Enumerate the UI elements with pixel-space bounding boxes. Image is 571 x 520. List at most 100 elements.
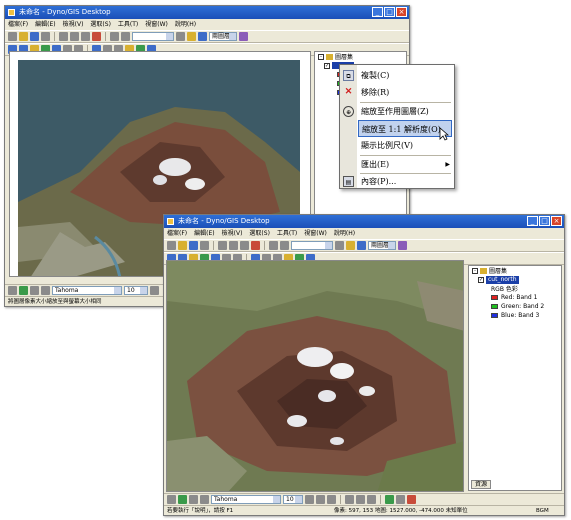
title-bar[interactable]: 未命名 - Dyno/GIS Desktop _ □ × — [164, 215, 564, 228]
line-tool-icon[interactable] — [200, 495, 209, 504]
maximize-button[interactable]: □ — [539, 216, 550, 226]
bold-icon[interactable] — [305, 495, 314, 504]
delete-icon[interactable] — [92, 32, 101, 41]
undo-icon[interactable] — [110, 32, 119, 41]
menu-select[interactable]: 選取(S) — [90, 19, 111, 30]
text-tool-icon[interactable] — [189, 495, 198, 504]
menu-select[interactable]: 選取(S) — [249, 228, 270, 239]
menu-item-zoom-one-to-one[interactable]: 縮放至 1:1 解析度(O) — [358, 120, 452, 137]
layer-combo[interactable]: 兩圖層 — [209, 32, 237, 41]
whats-this-icon[interactable] — [357, 241, 366, 250]
undo-icon[interactable] — [269, 241, 278, 250]
close-button[interactable]: × — [396, 7, 407, 17]
properties-icon: ▤ — [343, 176, 354, 187]
font-color-icon[interactable] — [407, 495, 416, 504]
menu-edit[interactable]: 編輯(E) — [35, 19, 55, 30]
expand-icon[interactable]: - — [472, 267, 478, 274]
menu-file[interactable]: 檔案(F) — [167, 228, 187, 239]
select-pointer-icon[interactable] — [167, 495, 176, 504]
font-size-combo[interactable]: 10 — [283, 495, 303, 504]
status-mode: BGM — [536, 508, 549, 514]
menu-help[interactable]: 說明(H) — [175, 19, 196, 30]
tab-resources[interactable]: 資源 — [471, 480, 492, 489]
rgb-label: RGB 色彩 — [491, 286, 518, 293]
italic-icon[interactable] — [316, 495, 325, 504]
menu-item-remove[interactable]: ✕ 移除(R) — [340, 84, 454, 101]
layer-combo[interactable]: 兩圖層 — [368, 241, 396, 250]
layer-visibility-checkbox[interactable]: ✓ — [478, 276, 484, 283]
menu-view[interactable]: 檢視(V) — [63, 19, 84, 30]
toc-layer-name[interactable]: cut_north — [486, 275, 519, 284]
copy-icon[interactable] — [229, 241, 238, 250]
menu-view[interactable]: 檢視(V) — [222, 228, 243, 239]
draw-shape-icon[interactable] — [19, 286, 28, 295]
toc-layer-row[interactable]: ✓ cut_north — [469, 275, 561, 284]
bold-icon[interactable] — [150, 286, 159, 295]
scale-combo[interactable] — [132, 32, 174, 41]
save-icon[interactable] — [30, 32, 39, 41]
font-combo[interactable]: Tahoma — [52, 286, 122, 295]
print-icon[interactable] — [200, 241, 209, 250]
standard-toolbar: 兩圖層 — [164, 239, 564, 252]
line-tool-icon[interactable] — [41, 286, 50, 295]
draw-shape-icon[interactable] — [178, 495, 187, 504]
delete-icon[interactable] — [251, 241, 260, 250]
layers-icon — [480, 267, 487, 274]
select-pointer-icon[interactable] — [8, 286, 17, 295]
align-right-icon[interactable] — [367, 495, 376, 504]
menu-tools[interactable]: 工具(T) — [277, 228, 297, 239]
layer-tool-icon[interactable] — [398, 241, 407, 250]
help-icon[interactable] — [346, 241, 355, 250]
open-icon[interactable] — [19, 32, 28, 41]
paste-icon[interactable] — [81, 32, 90, 41]
menu-item-properties[interactable]: ▤ 內容(P)... — [340, 173, 454, 190]
expand-icon[interactable]: - — [318, 53, 324, 60]
underline-icon[interactable] — [327, 495, 336, 504]
help-icon[interactable] — [187, 32, 196, 41]
zoom-layer-icon: ⊕ — [343, 106, 354, 117]
open-icon[interactable] — [178, 241, 187, 250]
add-data-icon[interactable] — [176, 32, 185, 41]
band-label: Blue: Band 3 — [501, 312, 540, 319]
font-combo[interactable]: Tahoma — [211, 495, 281, 504]
menu-item-show-scale[interactable]: 顯示比例尺(V) — [340, 137, 454, 154]
minimize-button[interactable]: _ — [372, 7, 383, 17]
cut-icon[interactable] — [218, 241, 227, 250]
text-tool-icon[interactable] — [30, 286, 39, 295]
menu-file[interactable]: 檔案(F) — [8, 19, 28, 30]
redo-icon[interactable] — [280, 241, 289, 250]
align-center-icon[interactable] — [356, 495, 365, 504]
maximize-button[interactable]: □ — [384, 7, 395, 17]
menu-edit[interactable]: 編輯(E) — [194, 228, 214, 239]
paste-icon[interactable] — [240, 241, 249, 250]
align-left-icon[interactable] — [345, 495, 354, 504]
redo-icon[interactable] — [121, 32, 130, 41]
add-data-icon[interactable] — [335, 241, 344, 250]
print-icon[interactable] — [41, 32, 50, 41]
cut-icon[interactable] — [59, 32, 68, 41]
font-size-combo[interactable]: 10 — [124, 286, 148, 295]
close-button[interactable]: × — [551, 216, 562, 226]
whats-this-icon[interactable] — [198, 32, 207, 41]
new-icon[interactable] — [8, 32, 17, 41]
title-bar[interactable]: 未命名 - Dyno/GIS Desktop _ □ × — [5, 6, 409, 19]
layer-visibility-checkbox[interactable]: ✓ — [324, 62, 330, 69]
new-icon[interactable] — [167, 241, 176, 250]
menu-window[interactable]: 視窗(W) — [304, 228, 327, 239]
map-view[interactable] — [166, 260, 464, 492]
fill-color-icon[interactable] — [385, 495, 394, 504]
menu-item-copy[interactable]: ⧉ 複製(C) — [340, 67, 454, 84]
save-icon[interactable] — [189, 241, 198, 250]
copy-icon[interactable] — [70, 32, 79, 41]
menu-item-export[interactable]: 匯出(E) ▶ — [340, 156, 454, 173]
line-color-icon[interactable] — [396, 495, 405, 504]
minimize-button[interactable]: _ — [527, 216, 538, 226]
menu-help[interactable]: 說明(H) — [334, 228, 355, 239]
menu-tools[interactable]: 工具(T) — [118, 19, 138, 30]
toc-root-row[interactable]: - 圖層集 — [469, 266, 561, 275]
menu-item-zoom-to-layer[interactable]: ⊕ 縮放至作用圖層(Z) — [340, 103, 454, 120]
menu-window[interactable]: 視窗(W) — [145, 19, 168, 30]
scale-combo[interactable] — [291, 241, 333, 250]
toc-root-row[interactable]: - 圖層集 — [315, 52, 406, 61]
layer-tool-icon[interactable] — [239, 32, 248, 41]
